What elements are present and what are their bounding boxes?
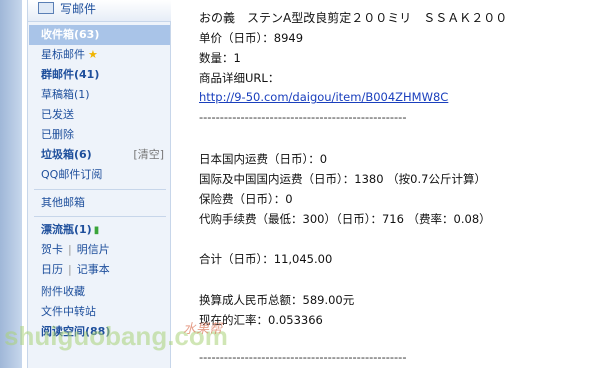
- rmb-total: 换算成人民币总额：589.00元: [199, 293, 355, 307]
- sidebar-link-notepad[interactable]: 记事本: [77, 263, 110, 276]
- sidebar-divider: [34, 216, 166, 217]
- sidebar-item-label: 其他邮箱: [41, 196, 85, 209]
- product-url-link[interactable]: http://9-50.com/daigou/item/B004ZHMW8C: [199, 90, 448, 104]
- total: 合计（日币）：11,045.00: [199, 252, 333, 266]
- sidebar-item-inbox[interactable]: 收件箱(63): [29, 25, 170, 45]
- sidebar-item-label: 草稿箱(1): [41, 88, 90, 101]
- compose-area[interactable]: 写邮件: [28, 0, 171, 22]
- sidebar-item-label: 附件收藏: [41, 285, 85, 298]
- separator: |: [68, 263, 72, 276]
- sidebar-item-deleted[interactable]: 已删除: [29, 125, 170, 145]
- mail-sidebar: 写邮件 收件箱(63) 星标邮件 ★ 群邮件(41) 草稿箱(1) 已发送 已删除…: [27, 0, 171, 368]
- sidebar-item-calendar[interactable]: 日历 | 记事本: [29, 260, 170, 280]
- sidebar-item-label: 漂流瓶(1): [41, 223, 92, 236]
- left-frame-strip: [0, 0, 22, 368]
- domestic-shipping: 日本国内运费（日币）：0: [199, 152, 328, 166]
- sidebar-item-label: 垃圾箱(6): [41, 148, 92, 161]
- sidebar-item-label: 群邮件(41): [41, 68, 100, 81]
- separator-line: ----------------------------------------…: [199, 110, 407, 124]
- quantity: 数量：1: [199, 51, 241, 65]
- separator: |: [68, 243, 72, 256]
- sidebar-item-spam[interactable]: 垃圾箱(6) [清空]: [29, 145, 170, 165]
- sidebar-item-label: QQ邮件订阅: [41, 168, 103, 181]
- sidebar-item-group-mail[interactable]: 群邮件(41): [29, 65, 170, 85]
- sidebar-item-drift-bottle[interactable]: 漂流瓶(1) ▮: [29, 220, 170, 240]
- sidebar-divider: [34, 189, 166, 190]
- sidebar-item-label: 收件箱(63): [41, 28, 100, 41]
- sidebar-item-label: 已发送: [41, 108, 74, 121]
- intl-shipping: 国际及中国国内运费（日币）：1380 （按0.7公斤计算）: [199, 172, 486, 186]
- email-body: おの義 ステンA型改良剪定２００ミリ ＳＳＡＫ２００ 单价（日币）：8949 数…: [199, 0, 599, 368]
- sidebar-item-other-mailboxes[interactable]: 其他邮箱: [29, 193, 170, 213]
- compose-icon: [38, 2, 54, 14]
- bottle-icon: ▮: [93, 225, 100, 236]
- sidebar-item-label: 文件中转站: [41, 305, 96, 318]
- separator-line: ----------------------------------------…: [199, 350, 407, 364]
- star-icon: ★: [88, 48, 98, 61]
- sidebar-item-cards[interactable]: 贺卡 | 明信片: [29, 240, 170, 260]
- sidebar-link-greeting-card[interactable]: 贺卡: [41, 243, 63, 256]
- watermark-logo: 水果帮: [183, 322, 223, 337]
- url-label: 商品详细URL：: [199, 71, 280, 85]
- sidebar-item-sent[interactable]: 已发送: [29, 105, 170, 125]
- insurance: 保险费（日币）：0: [199, 192, 293, 206]
- sidebar-item-attachments[interactable]: 附件收藏: [29, 282, 170, 302]
- unit-price: 单价（日币）：8949: [199, 31, 304, 45]
- compose-button-label[interactable]: 写邮件: [60, 0, 96, 17]
- product-name: おの義 ステンA型改良剪定２００ミリ ＳＳＡＫ２００: [199, 11, 508, 25]
- sidebar-link-postcard[interactable]: 明信片: [77, 243, 110, 256]
- sidebar-item-subscriptions[interactable]: QQ邮件订阅: [29, 165, 170, 185]
- sidebar-item-starred[interactable]: 星标邮件 ★: [29, 45, 170, 65]
- sidebar-item-label: 已删除: [41, 128, 74, 141]
- service-fee: 代购手续费（最低：300）（日币）：716 （费率：0.08）: [199, 212, 491, 226]
- empty-spam-link[interactable]: [清空]: [133, 145, 164, 165]
- sidebar-item-label: 星标邮件: [41, 48, 85, 61]
- sidebar-item-file-transfer[interactable]: 文件中转站: [29, 302, 170, 322]
- sidebar-item-drafts[interactable]: 草稿箱(1): [29, 85, 170, 105]
- product-url[interactable]: http://9-50.com/daigou/item/B004ZHMW8C: [199, 90, 448, 104]
- sidebar-link-calendar[interactable]: 日历: [41, 263, 63, 276]
